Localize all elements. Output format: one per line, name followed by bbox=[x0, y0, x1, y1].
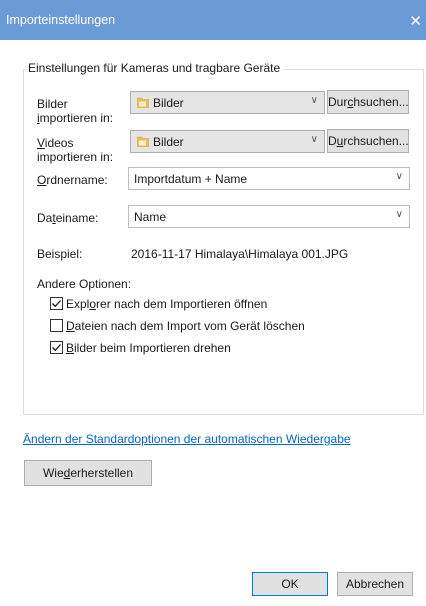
delete-files-accesskey: D bbox=[66, 319, 75, 333]
videos-folder-select[interactable]: Bilder ∨ bbox=[130, 130, 325, 153]
other-options-label: Andere Optionen: bbox=[37, 277, 132, 291]
open-explorer-pre: Expl bbox=[66, 297, 90, 311]
file-name-value: Name bbox=[134, 210, 167, 224]
videos-folder-value: Bilder bbox=[153, 135, 184, 149]
pictures-label-line2: importieren in: bbox=[37, 111, 113, 125]
browse-videos-pre: D bbox=[328, 134, 337, 148]
example-label: Beispiel: bbox=[37, 247, 83, 261]
example-value: 2016-11-17 Himalaya\Himalaya 001.JPG bbox=[131, 247, 349, 261]
checkmark-icon bbox=[52, 300, 61, 308]
rotate-pictures-label[interactable]: Bilder beim Importieren drehen bbox=[66, 341, 231, 355]
folder-name-value: Importdatum + Name bbox=[134, 172, 248, 186]
videos-label: Videos importieren in: bbox=[37, 136, 113, 164]
file-name-label-pre: Da bbox=[37, 211, 53, 225]
ok-button[interactable]: OK bbox=[252, 572, 328, 596]
pictures-label-line2-rest: mportieren in: bbox=[39, 111, 114, 125]
open-explorer-post: rer nach dem Importieren öffnen bbox=[96, 297, 268, 311]
folder-name-accesskey: O bbox=[37, 173, 47, 187]
chevron-down-icon: ∨ bbox=[395, 209, 403, 220]
file-name-select[interactable]: Name ∨ bbox=[128, 205, 410, 228]
file-name-label: Dateiname: bbox=[37, 211, 98, 225]
chevron-down-icon: ∨ bbox=[395, 171, 403, 182]
pictures-label: Bilder importieren in: bbox=[37, 97, 113, 125]
chevron-down-icon: ∨ bbox=[310, 134, 318, 145]
close-icon[interactable]: ✕ bbox=[396, 0, 426, 40]
chevron-down-icon: ∨ bbox=[310, 95, 318, 106]
pictures-folder-select[interactable]: Bilder ∨ bbox=[130, 91, 325, 114]
delete-files-checkbox[interactable] bbox=[50, 319, 63, 332]
open-explorer-label[interactable]: Explorer nach dem Importieren öffnen bbox=[66, 297, 267, 311]
cancel-button[interactable]: Abbrechen bbox=[337, 572, 413, 596]
videos-label-line2: importieren in: bbox=[37, 150, 114, 164]
browse-pictures-button[interactable]: Durchsuchen... bbox=[327, 90, 409, 114]
restore-pre: Wie bbox=[42, 466, 64, 480]
change-autoplay-defaults-link[interactable]: Ändern der Standardoptionen der automati… bbox=[23, 432, 351, 446]
videos-label-accesskey: V bbox=[37, 136, 45, 150]
pictures-folder-value: Bilder bbox=[153, 96, 184, 110]
file-name-label-post: einame: bbox=[55, 211, 99, 225]
open-explorer-checkbox[interactable] bbox=[50, 297, 63, 310]
videos-label-line1: Videos bbox=[37, 136, 113, 150]
folder-name-label: Ordnername: bbox=[37, 173, 108, 187]
restore-defaults-button[interactable]: Wiederherstellen bbox=[24, 460, 152, 486]
pictures-label-line1: Bilder bbox=[37, 97, 68, 111]
folder-icon bbox=[137, 97, 149, 108]
browse-pictures-post: hsuchen... bbox=[353, 95, 409, 109]
folder-name-select[interactable]: Importdatum + Name ∨ bbox=[128, 167, 410, 190]
rotate-pictures-checkbox[interactable] bbox=[50, 341, 63, 354]
folder-icon bbox=[137, 136, 149, 147]
folder-name-label-rest: rdnername: bbox=[46, 173, 108, 187]
title-bar: Importeinstellungen ✕ bbox=[0, 0, 426, 40]
videos-label-line1-rest: ideos bbox=[44, 136, 74, 150]
restore-post: erherstellen bbox=[70, 466, 134, 480]
checkmark-icon bbox=[52, 344, 61, 352]
rotate-pictures-post: ilder beim Importieren drehen bbox=[74, 341, 231, 355]
autoplay-link-text: ndern der Standardoptionen der automatis… bbox=[31, 432, 351, 446]
browse-videos-post: rchsuchen... bbox=[343, 134, 409, 148]
window-title: Importeinstellungen bbox=[6, 13, 116, 27]
delete-files-post: ateien nach dem Import vom Gerät löschen bbox=[74, 319, 305, 333]
group-legend: Einstellungen für Kameras und tragbare G… bbox=[25, 61, 284, 75]
browse-videos-button[interactable]: Durchsuchen... bbox=[327, 129, 409, 153]
delete-files-label[interactable]: Dateien nach dem Import vom Gerät lösche… bbox=[66, 319, 305, 333]
autoplay-link-accesskey: Ä bbox=[23, 432, 32, 446]
browse-pictures-pre: Dur bbox=[328, 95, 348, 109]
rotate-pictures-accesskey: B bbox=[66, 341, 75, 355]
